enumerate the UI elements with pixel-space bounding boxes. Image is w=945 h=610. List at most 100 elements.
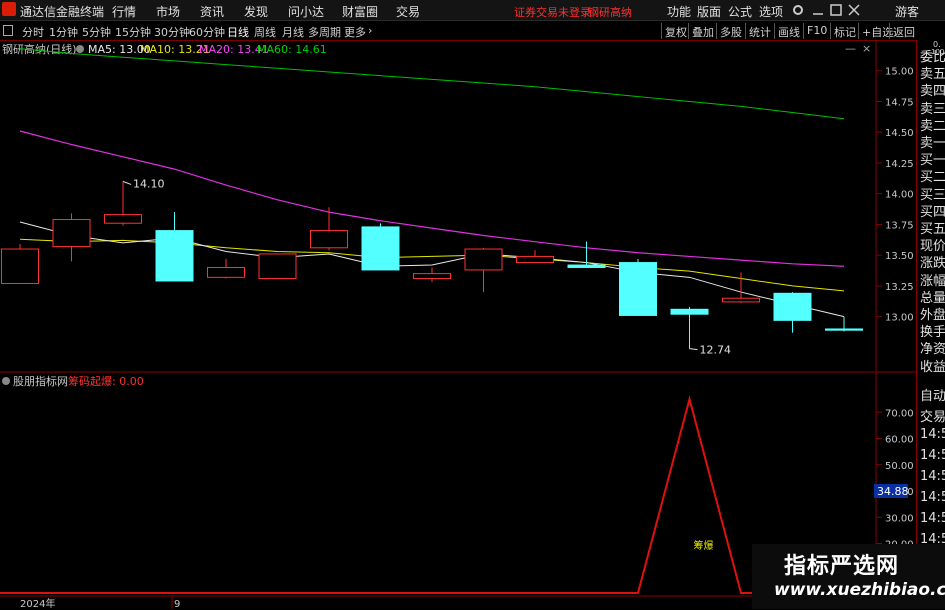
y-tick-label: 14.00 xyxy=(885,190,914,201)
tab-30min[interactable]: 30分钟 xyxy=(154,24,190,40)
quote-label: 收益 xyxy=(920,359,945,375)
trade-label: 14:56 xyxy=(920,490,945,505)
pane-minimize-icon[interactable]: — xyxy=(845,42,856,55)
settings-icon[interactable] xyxy=(792,4,804,16)
tab-fenshi[interactable]: 分时 xyxy=(22,24,44,40)
candle-body xyxy=(52,219,91,248)
trade-label: 自动 xyxy=(920,389,945,404)
candle-body xyxy=(155,230,194,282)
quote-label: 卖三 xyxy=(920,101,945,117)
y-tick-label: 15.00 xyxy=(885,67,914,78)
quote-label: 买四 xyxy=(920,204,945,220)
indicator-dropdown-icon[interactable] xyxy=(2,377,10,385)
y-tick-label: 14.75 xyxy=(885,97,914,108)
quote-label: 委比 xyxy=(920,50,945,65)
login-status[interactable]: 证券交易未登录 xyxy=(514,4,591,20)
x-axis-year: 2024年 xyxy=(20,597,55,609)
menu-gongshi[interactable]: 公式 xyxy=(728,3,752,20)
legend-ma60: MA60: 14.61 xyxy=(257,43,327,56)
btn-biaoji[interactable]: 标记 xyxy=(830,23,859,39)
ma60-line xyxy=(19,48,845,120)
current-value: 34.88 xyxy=(877,485,909,498)
menu-shichang[interactable]: 市场 xyxy=(156,3,180,20)
menu-jiaoyi[interactable]: 交易 xyxy=(396,3,420,20)
trade-label: 14:56 xyxy=(920,469,945,484)
quote-label: 卖一 xyxy=(920,136,945,151)
menu-caifuquan[interactable]: 财富圈 xyxy=(342,3,378,20)
menu-banmian[interactable]: 版面 xyxy=(697,3,721,20)
close-icon[interactable] xyxy=(848,4,860,16)
menu-gongneng[interactable]: 功能 xyxy=(667,3,691,20)
ma20-line xyxy=(19,130,845,267)
high-price-label: 14.10 xyxy=(133,177,165,190)
menu-hangqing[interactable]: 行情 xyxy=(112,3,136,20)
menu-zixun[interactable]: 资讯 xyxy=(200,3,224,20)
candle-body xyxy=(207,266,245,278)
y-tick-label: 13.00 xyxy=(885,313,914,324)
guest-label[interactable]: 游客 xyxy=(895,3,919,20)
btn-fuquan[interactable]: 复权 xyxy=(661,23,690,39)
pane-close-icon[interactable]: × xyxy=(862,42,871,55)
menubar: 通达信金融终端 行情 市场 资讯 发现 问小达 财富圈 交易 证券交易未登录 钢… xyxy=(0,0,945,21)
tab-daily[interactable]: 日线 xyxy=(227,24,249,40)
candle-body xyxy=(104,214,142,224)
app-logo-icon xyxy=(2,2,16,16)
trade-label: 14:56 xyxy=(920,511,945,526)
quote-label: 买五 xyxy=(920,222,945,237)
app-title: 通达信金融终端 xyxy=(20,5,105,19)
ind-tick-label: 70.00 xyxy=(885,408,914,419)
period-toolbar: 分时 1分钟 5分钟 15分钟 30分钟 60分钟 日线 周线 月线 多周期 更… xyxy=(0,21,945,41)
btn-diejia[interactable]: 叠加 xyxy=(688,23,717,39)
quote-label: 现价 xyxy=(920,239,945,255)
tab-more[interactable]: 更多 xyxy=(344,24,366,40)
y-tick-label: 14.50 xyxy=(885,128,914,139)
y-tick-label: 13.75 xyxy=(885,220,914,231)
menu-faxian[interactable]: 发现 xyxy=(244,3,268,20)
main-y-axis: 15.00 14.75 14.50 14.25 14.00 13.75 13.50 13.25… xyxy=(876,67,914,324)
btn-duogu[interactable]: 多股 xyxy=(716,23,745,39)
panel-toggle-icon[interactable] xyxy=(3,25,13,36)
legend-dropdown-icon[interactable] xyxy=(76,45,84,53)
y-tick-label: 13.25 xyxy=(885,282,914,293)
chevron-right-icon[interactable]: › xyxy=(368,24,372,37)
candle-body xyxy=(310,230,348,249)
trade-label: 14:56 xyxy=(920,448,945,463)
btn-back[interactable]: 返回 xyxy=(889,23,918,39)
candle-body xyxy=(1,248,39,284)
btn-huaxian[interactable]: 画线 xyxy=(774,23,803,39)
tab-weekly[interactable]: 周线 xyxy=(254,24,276,40)
quote-label: 卖二 xyxy=(920,118,945,134)
maximize-icon[interactable] xyxy=(830,4,842,16)
menu-wenxiaoda[interactable]: 问小达 xyxy=(288,3,324,20)
tab-multi-period[interactable]: 多周期 xyxy=(308,24,341,40)
minimize-icon[interactable] xyxy=(812,4,824,16)
menu-xuanxiang[interactable]: 选项 xyxy=(759,3,783,20)
tab-5min[interactable]: 5分钟 xyxy=(82,24,111,40)
kline-chart[interactable]: 钢研高纳(日线) MA5: 13.00 MA10: 13.21 MA20: 13… xyxy=(0,40,916,609)
x-axis-month: 9 xyxy=(174,599,180,609)
quote-label: 买二 xyxy=(920,170,945,186)
quote-label: 总量 xyxy=(920,290,945,306)
candle-body xyxy=(361,226,400,271)
quote-label: 净资 xyxy=(920,342,945,358)
tab-monthly[interactable]: 月线 xyxy=(282,24,304,40)
y-tick-label: 13.50 xyxy=(885,251,914,262)
btn-f10[interactable]: F10 xyxy=(803,23,830,39)
watermark-url: www.xuezhibiao.com xyxy=(774,580,945,600)
candle-body xyxy=(722,297,760,303)
tab-1min[interactable]: 1分钟 xyxy=(49,24,78,40)
candle-body xyxy=(825,328,863,331)
indicator-value: 筹码起爆: 0.00 xyxy=(68,374,144,388)
trade-label: 交易 xyxy=(920,410,945,425)
btn-tongji[interactable]: 统计 xyxy=(745,23,774,39)
tab-15min[interactable]: 15分钟 xyxy=(115,24,151,40)
ind-tick-label: 50.00 xyxy=(885,461,914,472)
tab-60min[interactable]: 60分钟 xyxy=(189,24,225,40)
stock-name-status: 钢研高纳 xyxy=(588,6,632,19)
candle-body xyxy=(773,292,812,321)
main-chart-title: 钢研高纳(日线) xyxy=(2,42,77,56)
low-marker xyxy=(689,348,698,351)
high-marker xyxy=(122,180,132,185)
candle-body xyxy=(567,264,606,268)
indicator-title: 股朋指标网 xyxy=(13,374,68,388)
